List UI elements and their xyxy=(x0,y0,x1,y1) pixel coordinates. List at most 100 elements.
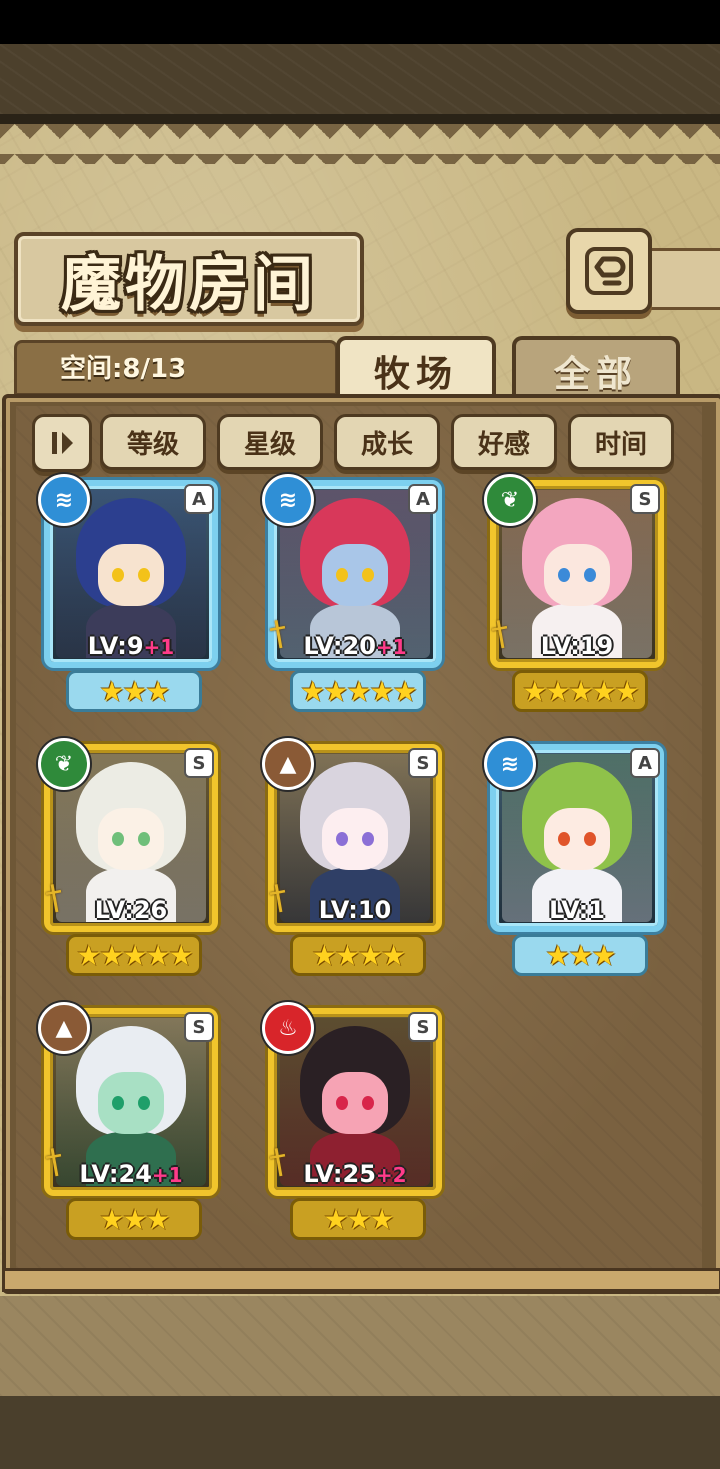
star-rating-plate: ★★★★ xyxy=(290,934,426,976)
portrait-eye xyxy=(558,568,570,582)
rank-badge: A xyxy=(184,484,214,514)
rank-badge: S xyxy=(408,1012,438,1042)
portrait-face xyxy=(322,544,388,606)
level-text: LV:20 xyxy=(303,632,376,660)
portrait-eye xyxy=(362,832,374,846)
monster-card[interactable]: ≋ A LV:1 ★★★ xyxy=(484,738,670,976)
portrait-eye xyxy=(558,832,570,846)
back-button[interactable] xyxy=(566,228,652,314)
rank-badge: A xyxy=(408,484,438,514)
water-element-icon: ≋ xyxy=(38,474,90,526)
portrait-face xyxy=(322,1072,388,1134)
status-bar xyxy=(0,0,720,44)
level-text: LV:24 xyxy=(79,1160,152,1188)
star-rating-plate: ★★★ xyxy=(66,670,202,712)
monster-card[interactable]: ▲ S † LV:24+1 ★★★ xyxy=(38,1002,224,1240)
monster-card[interactable]: ♨ S † LV:25+2 ★★★ xyxy=(262,1002,448,1240)
top-strip-edge xyxy=(0,114,720,124)
portrait-face xyxy=(98,544,164,606)
monster-level: LV:20+1 xyxy=(262,632,448,660)
portrait-face xyxy=(98,808,164,870)
monster-level: LV:9+1 xyxy=(38,632,224,660)
level-text: LV:19 xyxy=(540,632,614,660)
earth-element-icon: ▲ xyxy=(262,738,314,790)
water-element-icon: ≋ xyxy=(484,738,536,790)
rank-badge: S xyxy=(630,484,660,514)
portrait-eye xyxy=(112,568,124,582)
return-arrow-icon xyxy=(585,247,633,295)
monster-level: LV:19 xyxy=(484,632,670,660)
monster-level: LV:10 xyxy=(262,896,448,924)
level-text: LV:10 xyxy=(318,896,392,924)
rank-badge: S xyxy=(184,748,214,778)
sort-button-time[interactable]: 时间 xyxy=(568,414,674,470)
sort-button-level[interactable]: 等级 xyxy=(100,414,206,470)
tab-all[interactable]: 全部 xyxy=(512,336,680,402)
bottom-strip xyxy=(0,1396,720,1469)
monster-level: LV:25+2 xyxy=(262,1160,448,1188)
portrait-eye xyxy=(362,568,374,582)
star-rating-plate: ★★★ xyxy=(290,1198,426,1240)
monster-card[interactable]: ❦ S † LV:26 ★★★★★ xyxy=(38,738,224,976)
star-rating: ★★★★★ xyxy=(300,674,418,708)
level-text: LV:26 xyxy=(94,896,168,924)
leaf-element-icon: ❦ xyxy=(484,474,536,526)
star-rating-plate: ★★★★★ xyxy=(290,670,426,712)
water-element-icon: ≋ xyxy=(262,474,314,526)
star-rating: ★★★ xyxy=(99,1202,170,1236)
portrait-eye xyxy=(584,832,596,846)
sort-button-affection[interactable]: 好感 xyxy=(451,414,557,470)
zigzag-border xyxy=(0,124,720,164)
space-capacity: 空间:8/13 xyxy=(60,354,187,384)
sort-order-toggle[interactable] xyxy=(32,414,92,472)
sort-order-icon xyxy=(52,432,73,454)
top-map-strip xyxy=(0,44,720,114)
portrait-eye xyxy=(336,568,348,582)
portrait-eye xyxy=(336,832,348,846)
bottom-map-band xyxy=(0,1296,720,1396)
monster-card[interactable]: ▲ S † LV:10 ★★★★ xyxy=(262,738,448,976)
level-bonus: +1 xyxy=(151,1163,183,1187)
portrait-eye xyxy=(584,568,596,582)
portrait-eye xyxy=(336,1096,348,1110)
level-text: LV:25 xyxy=(303,1160,376,1188)
star-rating: ★★★ xyxy=(545,938,616,972)
level-bonus: +1 xyxy=(375,635,407,659)
portrait-face xyxy=(98,1072,164,1134)
star-rating: ★★★★★ xyxy=(522,674,640,708)
rank-badge: S xyxy=(408,748,438,778)
monster-card[interactable]: ❦ S † LV:19 ★★★★★ xyxy=(484,474,670,712)
portrait-eye xyxy=(138,832,150,846)
star-rating: ★★★★★ xyxy=(76,938,194,972)
star-rating-plate: ★★★★★ xyxy=(66,934,202,976)
rank-badge: S xyxy=(184,1012,214,1042)
tab-pasture[interactable]: 牧场 xyxy=(336,336,496,402)
monster-card[interactable]: ≋ A † LV:20+1 ★★★★★ xyxy=(262,474,448,712)
star-rating: ★★★★ xyxy=(311,938,406,972)
rank-badge: A xyxy=(630,748,660,778)
level-text: LV:1 xyxy=(549,896,605,924)
portrait-eye xyxy=(138,568,150,582)
portrait-eye xyxy=(112,832,124,846)
sort-button-stars[interactable]: 星级 xyxy=(217,414,323,470)
portrait-face xyxy=(322,808,388,870)
star-rating-plate: ★★★★★ xyxy=(512,670,648,712)
portrait-face xyxy=(544,808,610,870)
sort-button-growth[interactable]: 成长 xyxy=(334,414,440,470)
fire-element-icon: ♨ xyxy=(262,1002,314,1054)
back-button-rail xyxy=(640,248,720,310)
title-plate: 魔物房间 xyxy=(14,232,364,326)
portrait-eye xyxy=(362,1096,374,1110)
portrait-eye xyxy=(112,1096,124,1110)
monster-level: LV:1 xyxy=(484,896,670,924)
star-rating-plate: ★★★ xyxy=(512,934,648,976)
monster-level: LV:24+1 xyxy=(38,1160,224,1188)
earth-element-icon: ▲ xyxy=(38,1002,90,1054)
monster-level: LV:26 xyxy=(38,896,224,924)
monster-card[interactable]: ≋ A LV:9+1 ★★★ xyxy=(38,474,224,712)
portrait-face xyxy=(544,544,610,606)
portrait-eye xyxy=(138,1096,150,1110)
level-bonus: +2 xyxy=(375,1163,407,1187)
page-title: 魔物房间 xyxy=(61,249,317,320)
leaf-element-icon: ❦ xyxy=(38,738,90,790)
